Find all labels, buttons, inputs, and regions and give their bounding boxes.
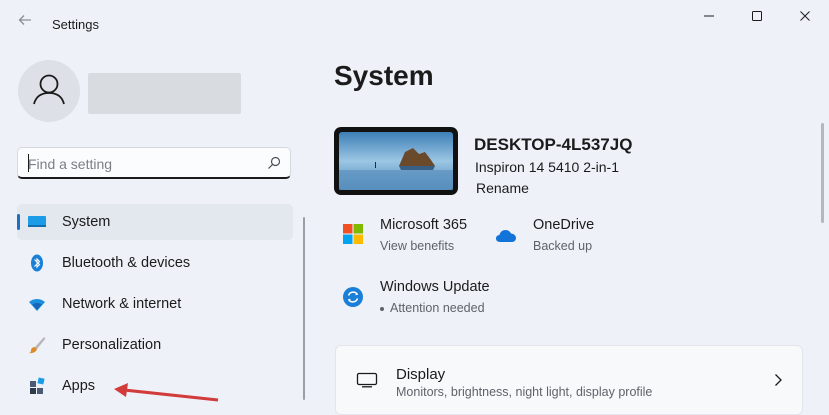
microsoft-365-title[interactable]: Microsoft 365 xyxy=(380,217,467,233)
minimize-icon xyxy=(704,15,714,17)
display-icon xyxy=(356,372,378,388)
device-model: Inspiron 14 5410 2-in-1 xyxy=(475,159,619,175)
sidebar-item-personalization[interactable]: Personalization xyxy=(17,327,293,363)
onedrive-icon[interactable] xyxy=(495,225,517,247)
status-dot xyxy=(380,306,384,311)
maximize-button[interactable] xyxy=(734,6,780,28)
sidebar-item-label: Bluetooth & devices xyxy=(62,255,191,271)
close-button[interactable] xyxy=(782,6,828,28)
sidebar-item-bluetooth[interactable]: Bluetooth & devices xyxy=(17,245,293,281)
windows-update-title[interactable]: Windows Update xyxy=(380,279,490,295)
system-icon xyxy=(28,216,46,227)
device-name: DESKTOP-4L537JQ xyxy=(474,135,633,154)
annotation-arrow xyxy=(114,383,219,402)
apps-icon xyxy=(30,377,45,394)
display-title: Display xyxy=(396,366,446,383)
bluetooth-icon xyxy=(31,254,43,272)
search-box[interactable]: Find a setting xyxy=(17,147,291,179)
windows-update-status: Attention needed xyxy=(380,301,485,315)
wallpaper-image xyxy=(339,132,453,190)
user-icon xyxy=(33,74,65,105)
windows-update-subtitle: Attention needed xyxy=(390,301,485,315)
search-input[interactable]: Find a setting xyxy=(28,156,112,172)
brush-icon xyxy=(29,337,46,354)
sidebar-item-label: System xyxy=(62,214,111,230)
display-subtitle: Monitors, brightness, night light, displ… xyxy=(396,385,653,399)
sidebar-item-network[interactable]: Network & internet xyxy=(17,286,293,322)
onedrive-title[interactable]: OneDrive xyxy=(533,217,594,233)
display-settings-card[interactable]: Display Monitors, brightness, night ligh… xyxy=(335,345,803,415)
sidebar-item-label: Network & internet xyxy=(62,296,182,312)
device-thumbnail xyxy=(334,127,458,195)
title-bar: Settings xyxy=(0,0,829,48)
onedrive-subtitle: Backed up xyxy=(533,239,593,253)
active-indicator xyxy=(17,214,20,230)
user-info-redacted xyxy=(88,73,241,114)
rename-link[interactable]: Rename xyxy=(476,180,529,196)
maximize-icon xyxy=(752,11,762,21)
minimize-button[interactable] xyxy=(686,6,732,28)
app-title: Settings xyxy=(52,17,99,32)
wifi-icon xyxy=(29,299,45,311)
avatar[interactable] xyxy=(18,60,80,122)
search-icon[interactable] xyxy=(266,155,282,171)
main-scrollbar[interactable] xyxy=(821,123,824,223)
back-button[interactable] xyxy=(14,12,36,34)
sidebar-scrollbar[interactable] xyxy=(303,217,305,400)
sidebar-item-label: Apps xyxy=(62,378,96,394)
windows-update-icon[interactable] xyxy=(342,286,364,308)
close-icon xyxy=(800,11,810,21)
microsoft-365-icon[interactable] xyxy=(342,223,364,245)
chevron-right-icon xyxy=(775,374,782,386)
page-title: System xyxy=(334,60,434,91)
sidebar-item-label: Personalization xyxy=(62,337,162,353)
sidebar-item-system[interactable]: System xyxy=(17,204,293,240)
back-arrow-icon xyxy=(18,15,31,25)
microsoft-365-subtitle: View benefits xyxy=(380,239,455,253)
